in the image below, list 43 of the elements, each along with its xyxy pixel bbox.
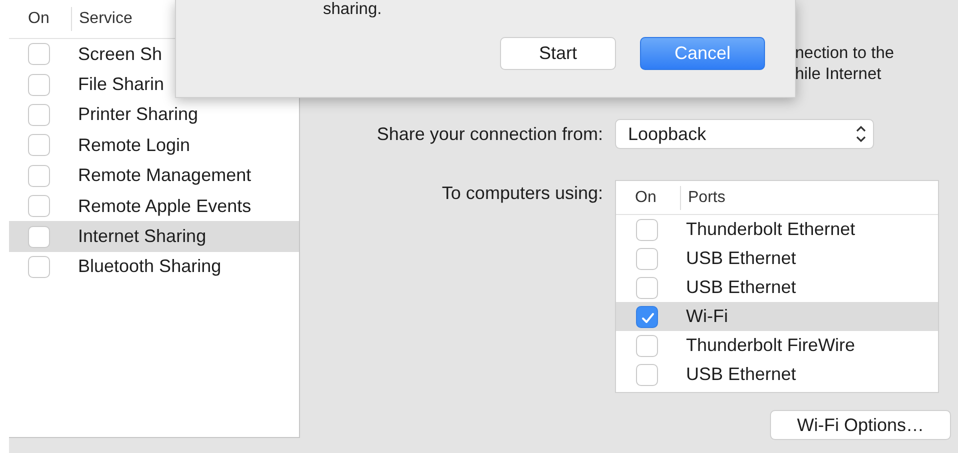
checkbox[interactable] xyxy=(28,43,50,66)
dialog-message: sharing. xyxy=(323,0,382,18)
checkbox[interactable] xyxy=(636,364,658,386)
chevron-icon xyxy=(855,124,867,144)
checkbox[interactable] xyxy=(636,334,658,356)
port-name[interactable]: USB Ethernet xyxy=(686,277,796,298)
port-name[interactable]: USB Ethernet xyxy=(686,364,796,385)
port-name[interactable]: USB Ethernet xyxy=(686,248,796,269)
field-label: To computers using: xyxy=(440,182,604,204)
checkbox[interactable] xyxy=(28,134,50,156)
checkbox[interactable] xyxy=(636,276,658,298)
wifi-options-button[interactable]: Wi-Fi Options… xyxy=(770,410,951,440)
dialog-button[interactable]: Start xyxy=(500,37,616,70)
checkbox[interactable] xyxy=(636,248,658,270)
service-name[interactable]: Bluetooth Sharing xyxy=(78,256,222,278)
column-header: On xyxy=(27,10,50,28)
checkbox[interactable] xyxy=(636,306,658,328)
service-name[interactable]: Remote Apple Events xyxy=(78,196,252,217)
selected-row[interactable]: Internet Sharing xyxy=(9,221,299,252)
service-name[interactable]: Screen Sh xyxy=(78,44,162,65)
description-text: nection to the xyxy=(795,43,894,64)
checkbox[interactable] xyxy=(28,104,50,126)
checkbox[interactable] xyxy=(28,226,50,248)
service-name[interactable]: Printer Sharing xyxy=(78,104,198,126)
checkbox[interactable] xyxy=(28,256,50,278)
port-name[interactable]: Wi-Fi xyxy=(686,306,728,327)
selected-row[interactable]: Wi-Fi xyxy=(616,302,938,331)
column-header: Ports xyxy=(688,188,726,206)
checkbox[interactable] xyxy=(28,74,50,96)
column-header: Service xyxy=(79,10,132,28)
checkbox[interactable] xyxy=(28,195,50,218)
service-name[interactable]: Internet Sharing xyxy=(78,226,206,248)
field-label: Share your connection from: xyxy=(376,124,604,144)
checkbox[interactable] xyxy=(636,218,658,240)
service-name[interactable]: File Sharin xyxy=(78,74,164,96)
description-text: hile Internet xyxy=(795,64,882,85)
popup-button[interactable]: Loopback xyxy=(615,119,874,149)
checkbox[interactable] xyxy=(28,164,50,187)
port-name[interactable]: Thunderbolt Ethernet xyxy=(686,219,856,240)
column-header: On xyxy=(634,188,658,206)
port-name[interactable]: Thunderbolt FireWire xyxy=(686,335,856,356)
service-name[interactable]: Remote Login xyxy=(78,134,190,156)
service-name[interactable]: Remote Management xyxy=(78,165,252,186)
